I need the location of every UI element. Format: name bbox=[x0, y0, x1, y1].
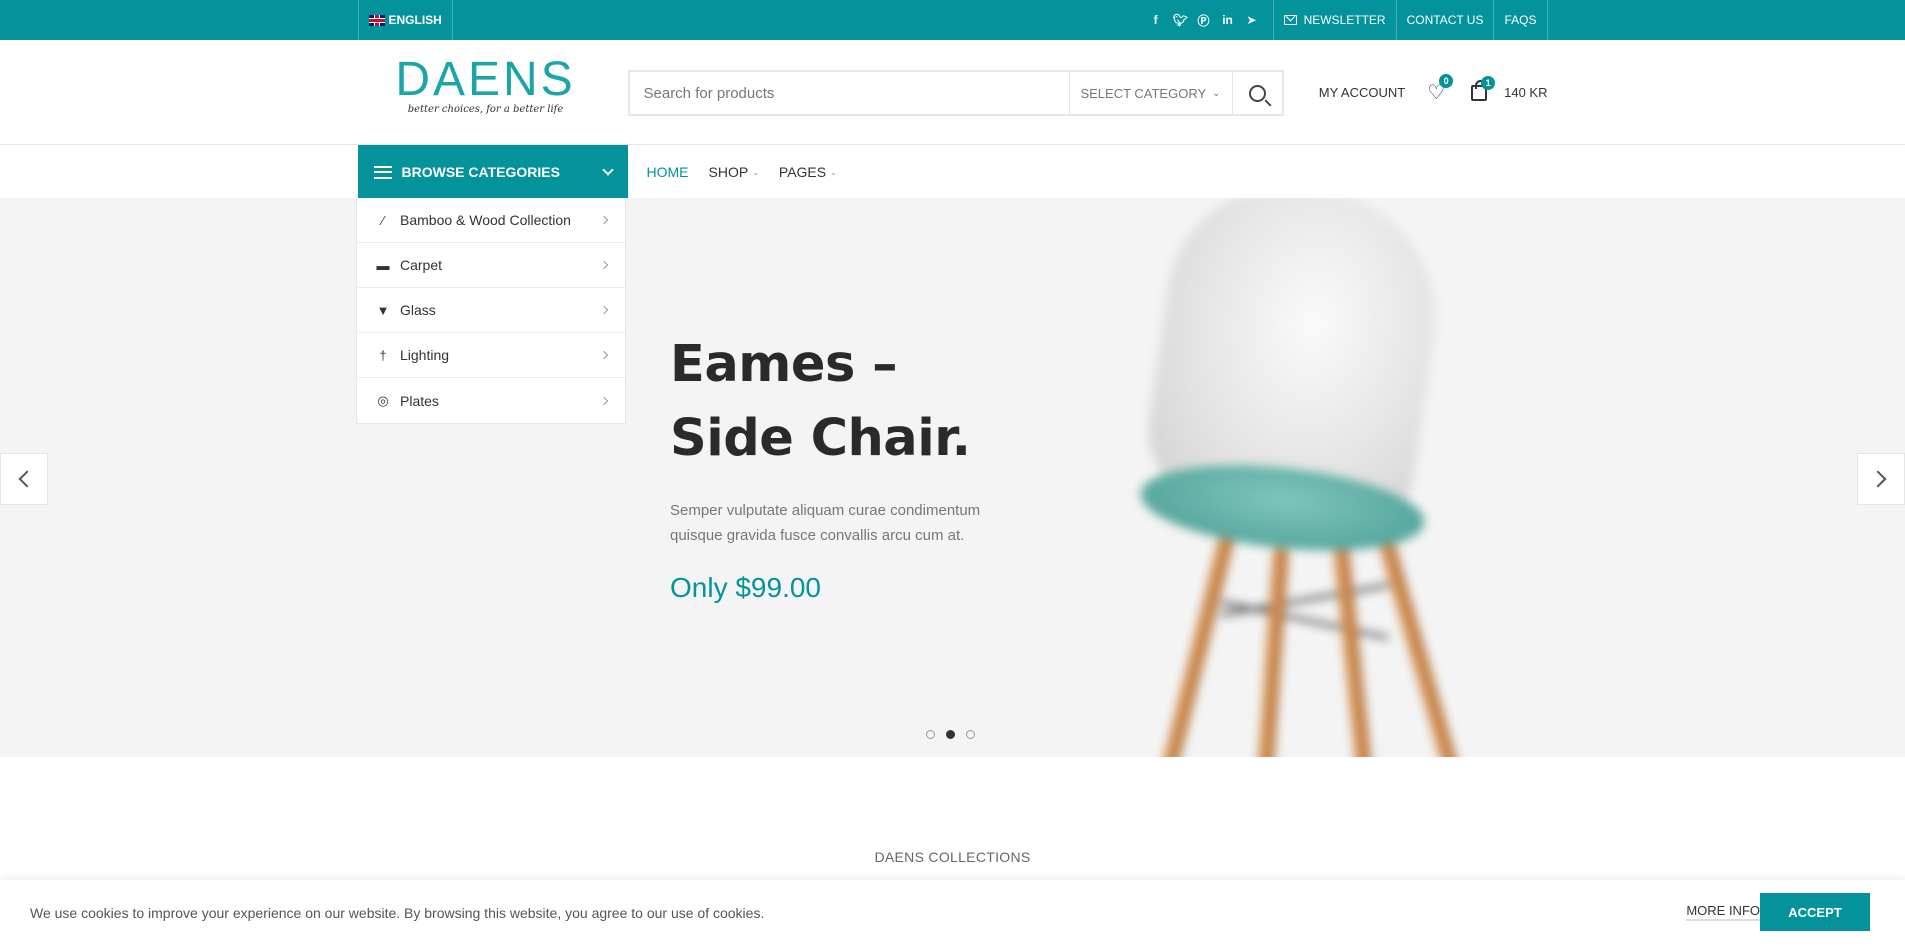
chevron-right-icon bbox=[599, 215, 609, 225]
section-title: DAENS COLLECTIONS bbox=[874, 849, 1031, 865]
nav-item-pages[interactable]: PAGES ⌄ bbox=[779, 164, 837, 180]
category-item-bamboo[interactable]: ∕ Bamboo & Wood Collection bbox=[357, 198, 625, 243]
category-item-carpet[interactable]: ▬ Carpet bbox=[357, 243, 625, 288]
twitter-icon[interactable]: 🐦︎ bbox=[1173, 13, 1188, 27]
main-menu: HOME SHOP ⌄ PAGES ⌄ bbox=[647, 145, 837, 199]
search-form: SELECT CATEGORY ⌄ bbox=[627, 70, 1284, 116]
social-links: f 🐦︎ Ⓟ in ➤ bbox=[1149, 0, 1274, 40]
slider-dot-1[interactable] bbox=[926, 730, 935, 739]
telegram-icon[interactable]: ➤ bbox=[1245, 13, 1259, 27]
facebook-icon[interactable]: f bbox=[1149, 13, 1163, 27]
hero-description: Semper vulputate aliquam curae condiment… bbox=[670, 502, 981, 544]
category-item-plates[interactable]: ◎ Plates bbox=[357, 378, 625, 423]
category-select[interactable]: SELECT CATEGORY ⌄ bbox=[1068, 72, 1232, 114]
hero-price: Only $99.00 bbox=[670, 572, 821, 603]
nav-item-label: HOME bbox=[646, 164, 689, 180]
logo-text: DAENS bbox=[395, 53, 576, 106]
menu-icon bbox=[373, 165, 392, 179]
chevron-down-icon: ⌄ bbox=[752, 167, 759, 177]
plate-icon: ◎ bbox=[377, 392, 389, 408]
hero-slider: Eames – Side Chair. Semper vulputate ali… bbox=[0, 198, 1905, 757]
faqs-link[interactable]: FAQS bbox=[1494, 0, 1548, 40]
wishlist-button[interactable]: ♡ 0 bbox=[1427, 74, 1454, 105]
category-select-label: SELECT CATEGORY bbox=[1080, 85, 1207, 101]
hero-content: Eames – Side Chair. Semper vulputate ali… bbox=[670, 328, 1070, 604]
nav-item-home[interactable]: HOME bbox=[647, 164, 689, 180]
hero-title-line-1: Eames – bbox=[670, 335, 898, 394]
browse-categories-label: BROWSE CATEGORIES bbox=[401, 164, 560, 180]
chevron-right-icon bbox=[1869, 470, 1887, 488]
pinterest-icon[interactable]: Ⓟ bbox=[1197, 12, 1211, 29]
cookie-message: We use cookies to improve your experienc… bbox=[30, 905, 765, 921]
category-label: Lighting bbox=[400, 347, 450, 363]
category-item-glass[interactable]: ▼ Glass bbox=[357, 288, 625, 333]
uk-flag-icon bbox=[368, 14, 385, 26]
carpet-icon: ▬ bbox=[376, 257, 390, 273]
category-label: Bamboo & Wood Collection bbox=[400, 212, 571, 228]
chevron-right-icon bbox=[599, 396, 609, 405]
glass-icon: ▼ bbox=[376, 302, 390, 318]
hero-title: Eames – Side Chair. bbox=[670, 328, 1070, 476]
site-logo[interactable]: DAENS better choices, for a better life bbox=[391, 53, 581, 116]
bamboo-icon: ∕ bbox=[381, 212, 385, 228]
cart-count-badge: 1 bbox=[1481, 75, 1496, 90]
nav-item-label: PAGES bbox=[778, 164, 827, 180]
search-button[interactable] bbox=[1231, 72, 1282, 114]
category-label: Plates bbox=[400, 392, 439, 409]
header: DAENS better choices, for a better life … bbox=[0, 40, 1905, 145]
my-account-link[interactable]: MY ACCOUNT bbox=[1319, 85, 1405, 100]
top-bar: ENGLISH f 🐦︎ Ⓟ in ➤ NEWSLETTER CONTACT U… bbox=[0, 0, 1905, 40]
main-navbar: BROWSE CATEGORIES HOME SHOP ⌄ PAGES ⌄ bbox=[0, 145, 1905, 199]
newsletter-link[interactable]: NEWSLETTER bbox=[1274, 0, 1397, 40]
logo-tagline: better choices, for a better life bbox=[407, 104, 564, 115]
category-label: Carpet bbox=[400, 257, 443, 273]
chair-image bbox=[1110, 198, 1510, 757]
category-item-lighting[interactable]: † Lighting bbox=[357, 333, 625, 378]
cookie-accept-button[interactable]: ACCEPT bbox=[1760, 893, 1870, 931]
slider-prev-button[interactable] bbox=[0, 453, 48, 505]
mail-icon bbox=[1283, 15, 1297, 25]
linkedin-icon[interactable]: in bbox=[1221, 13, 1235, 27]
chevron-left-icon bbox=[18, 470, 36, 488]
category-dropdown: ∕ Bamboo & Wood Collection ▬ Carpet ▼ Gl… bbox=[356, 198, 626, 424]
language-selector[interactable]: ENGLISH bbox=[357, 0, 453, 40]
slider-dot-3[interactable] bbox=[966, 730, 975, 739]
newsletter-label: NEWSLETTER bbox=[1303, 13, 1386, 27]
nav-item-shop[interactable]: SHOP ⌄ bbox=[709, 164, 759, 180]
slider-pagination bbox=[926, 730, 975, 739]
chevron-right-icon bbox=[599, 305, 609, 315]
chevron-down-icon: ⌄ bbox=[830, 167, 837, 177]
cart-total[interactable]: 140 KR bbox=[1504, 85, 1547, 100]
category-label: Glass bbox=[400, 302, 436, 318]
chevron-down-icon bbox=[601, 164, 614, 176]
nav-item-label: SHOP bbox=[708, 164, 749, 180]
language-label: ENGLISH bbox=[388, 13, 442, 27]
cookie-bar: We use cookies to improve your experienc… bbox=[0, 880, 1905, 947]
cookie-more-info-link[interactable]: MORE INFO bbox=[1686, 903, 1760, 921]
lamp-icon: † bbox=[379, 347, 387, 363]
search-input[interactable] bbox=[629, 72, 1069, 114]
chevron-right-icon bbox=[599, 260, 609, 270]
chevron-down-icon: ⌄ bbox=[1212, 87, 1221, 99]
search-icon bbox=[1248, 84, 1266, 102]
slider-dot-2[interactable] bbox=[946, 730, 955, 739]
contact-us-link[interactable]: CONTACT US bbox=[1397, 0, 1495, 40]
cart-button[interactable]: 1 bbox=[1471, 75, 1496, 101]
wishlist-count-badge: 0 bbox=[1439, 74, 1454, 88]
hero-title-line-2: Side Chair. bbox=[670, 409, 971, 468]
browse-categories-button[interactable]: BROWSE CATEGORIES bbox=[357, 145, 628, 199]
chevron-right-icon bbox=[599, 350, 609, 360]
slider-next-button[interactable] bbox=[1857, 453, 1905, 505]
